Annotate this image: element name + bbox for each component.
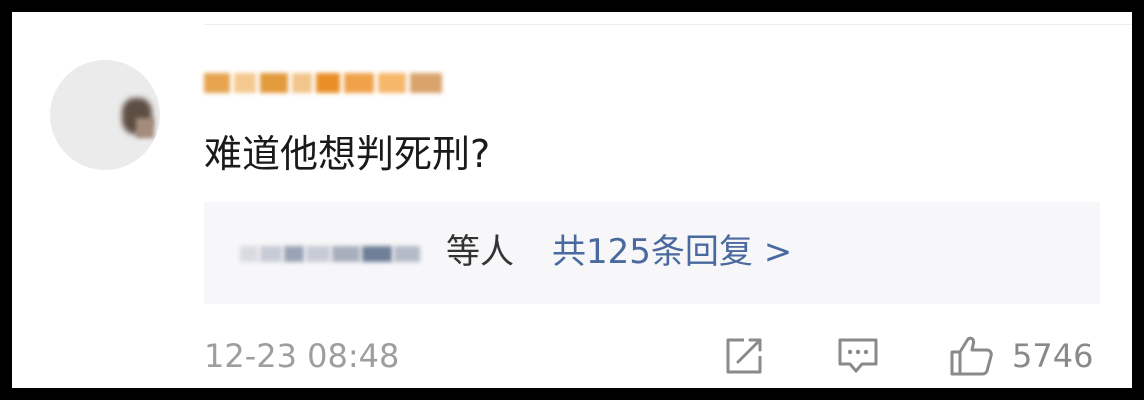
- like-count: 5746: [1012, 337, 1094, 375]
- comment-icon-bubble: [838, 338, 878, 373]
- reply-count-link[interactable]: 共125条回复 >: [552, 228, 792, 276]
- comment-icon-dot: [855, 349, 861, 355]
- username-pixel: [344, 73, 374, 93]
- share-icon-arrow: [736, 338, 762, 364]
- comment-icon-svg: [838, 338, 878, 373]
- username-pixel: [410, 73, 442, 93]
- thumbs-up-icon-svg: [950, 336, 993, 376]
- username-pixel: [378, 73, 406, 93]
- reply-users-suffix: 等人: [446, 232, 514, 272]
- replies-preview[interactable]: 等人 共125条回复 >: [204, 202, 1100, 304]
- comment-icon-dot: [847, 349, 853, 355]
- thumbs-up-icon-cuff: [950, 350, 962, 376]
- comment-icon[interactable]: [834, 334, 882, 378]
- divider: [204, 24, 1132, 25]
- avatar[interactable]: [50, 60, 160, 170]
- username-pixel: [234, 73, 256, 93]
- thumbs-up-icon[interactable]: [948, 334, 996, 378]
- username-pixel: [204, 73, 230, 93]
- reply-user-pixel: [306, 246, 330, 262]
- reply-user-pixel: [362, 246, 392, 262]
- username-blurred[interactable]: [204, 62, 442, 104]
- reply-users-blurred: [240, 236, 420, 272]
- reply-user-pixel: [332, 246, 360, 262]
- comment-card: 难道他想判死刑? 等人 共125条回复 > 12-23 08:48 5746: [12, 12, 1132, 388]
- comment-text: 难道他想判死刑?: [204, 132, 491, 176]
- username-pixel: [316, 73, 340, 93]
- reply-user-pixel: [240, 246, 258, 262]
- thumbs-up-icon-hand: [958, 336, 993, 376]
- comment-icon-dot: [863, 349, 869, 355]
- username-pixel: [292, 73, 312, 93]
- reply-user-pixel: [394, 246, 420, 262]
- avatar-image-blur-highlight: [136, 118, 154, 138]
- username-pixel: [260, 73, 288, 93]
- share-icon-svg: [726, 338, 762, 374]
- reply-user-pixel: [284, 246, 304, 262]
- reply-user-pixel: [260, 246, 282, 262]
- timestamp: 12-23 08:48: [204, 337, 400, 375]
- share-icon[interactable]: [720, 334, 768, 378]
